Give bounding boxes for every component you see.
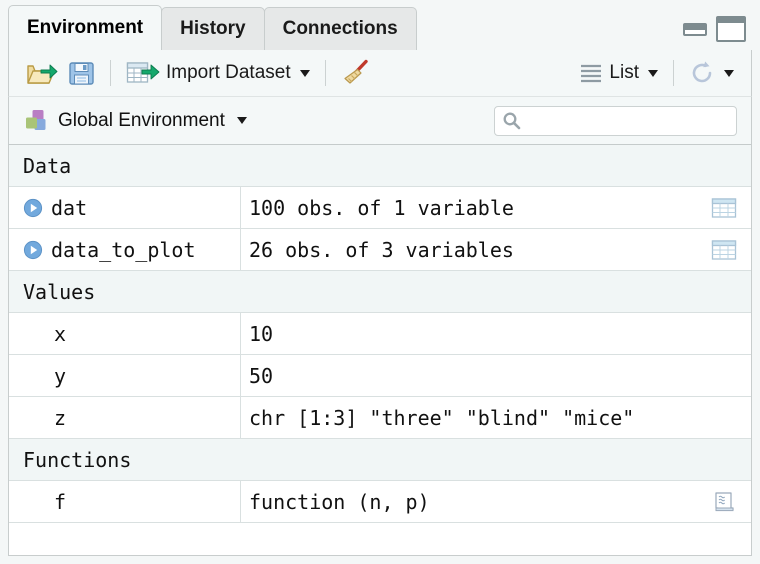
- section-header-values: Values: [9, 271, 751, 313]
- chevron-down-icon: [299, 69, 310, 77]
- import-dataset-icon: [126, 62, 160, 83]
- table-row[interactable]: y 50: [9, 355, 751, 397]
- import-dataset-label: Import Dataset: [166, 62, 291, 83]
- view-table-icon: [711, 197, 737, 218]
- grid-empty-area: [9, 523, 751, 555]
- chevron-down-icon: [724, 69, 734, 77]
- object-value: 100 obs. of 1 variable: [249, 195, 514, 220]
- table-row[interactable]: data_to_plot 26 obs. of 3 variables: [9, 229, 751, 271]
- object-value: 26 obs. of 3 variables: [249, 237, 514, 262]
- tab-connections[interactable]: Connections: [263, 7, 417, 50]
- section-header-data: Data: [9, 145, 751, 187]
- table-row[interactable]: dat 100 obs. of 1 variable: [9, 187, 751, 229]
- object-name-cell[interactable]: x: [9, 313, 241, 354]
- environment-selector-row: Global Environment: [8, 97, 752, 145]
- global-environment-selector[interactable]: Global Environment: [23, 108, 247, 134]
- clear-objects-button[interactable]: [336, 56, 376, 90]
- object-value-cell: 10: [241, 313, 751, 354]
- object-name: data_to_plot: [51, 237, 196, 262]
- toolbar-separator-1: [110, 60, 111, 86]
- import-dataset-button[interactable]: Import Dataset: [121, 56, 315, 90]
- view-function-button[interactable]: [707, 490, 741, 514]
- view-mode-button[interactable]: List: [574, 56, 663, 90]
- view-mode-label: List: [609, 62, 639, 83]
- table-row[interactable]: f function (n, p): [9, 481, 751, 523]
- object-value: 10: [249, 321, 274, 346]
- object-name: f: [54, 489, 67, 514]
- list-lines-icon: [581, 64, 602, 83]
- tab-bar: Environment History Connections: [0, 0, 760, 51]
- object-value-cell: function (n, p): [241, 481, 751, 522]
- window-controls: [683, 16, 760, 50]
- chevron-down-icon: [648, 69, 658, 77]
- environment-pane: Environment History Connections Import D…: [0, 0, 760, 564]
- global-environment-icon: [26, 109, 46, 130]
- maximize-icon[interactable]: [716, 16, 746, 42]
- object-name: x: [54, 321, 67, 346]
- object-name: z: [54, 405, 67, 430]
- global-environment-label: Global Environment: [58, 109, 225, 131]
- object-value: chr [1:3] "three" "blind" "mice": [249, 405, 635, 430]
- broom-icon: [344, 59, 368, 84]
- toolbar-separator-2: [324, 60, 326, 86]
- save-floppy-icon: [69, 61, 94, 85]
- object-name-cell[interactable]: dat: [9, 187, 241, 228]
- tab-environment[interactable]: Environment: [8, 5, 163, 51]
- load-workspace-button[interactable]: [21, 56, 63, 90]
- table-row[interactable]: x 10: [9, 313, 751, 355]
- object-name-cell[interactable]: z: [9, 397, 241, 438]
- section-title: Functions: [23, 447, 132, 472]
- object-name-cell[interactable]: f: [9, 481, 241, 522]
- save-workspace-button[interactable]: [63, 56, 100, 90]
- object-value: 50: [249, 363, 274, 388]
- tab-connections-label: Connections: [282, 18, 398, 39]
- expand-arrow-icon[interactable]: [23, 198, 43, 218]
- section-title: Values: [23, 279, 96, 304]
- section-header-functions: Functions: [9, 439, 751, 481]
- object-value-cell: 100 obs. of 1 variable: [241, 187, 751, 228]
- expand-arrow-icon[interactable]: [23, 240, 43, 260]
- object-name: y: [54, 363, 67, 388]
- toolbar: Import Dataset List: [8, 50, 752, 97]
- object-name-cell[interactable]: data_to_plot: [9, 229, 241, 270]
- minimize-icon[interactable]: [683, 22, 707, 36]
- toolbar-separator-3: [673, 60, 674, 86]
- tab-history-label: History: [180, 18, 246, 39]
- view-table-button[interactable]: [707, 197, 741, 219]
- search-box[interactable]: [494, 105, 737, 136]
- tab-strip: Environment History Connections: [0, 0, 417, 51]
- refresh-button[interactable]: [684, 56, 739, 90]
- environment-object-grid[interactable]: Data dat 100 obs. of 1 variable data_to_…: [8, 145, 752, 556]
- tab-environment-label: Environment: [27, 17, 144, 38]
- object-name-cell[interactable]: y: [9, 355, 241, 396]
- refresh-icon: [692, 61, 712, 83]
- table-row[interactable]: z chr [1:3] "three" "blind" "mice": [9, 397, 751, 439]
- object-value-cell: 50: [241, 355, 751, 396]
- chevron-down-icon: [236, 117, 247, 124]
- object-value-cell: chr [1:3] "three" "blind" "mice": [241, 397, 751, 438]
- object-value-cell: 26 obs. of 3 variables: [241, 229, 751, 270]
- object-value: function (n, p): [249, 489, 430, 514]
- open-folder-icon: [27, 64, 58, 84]
- view-table-icon: [711, 239, 737, 260]
- tab-history[interactable]: History: [161, 7, 265, 50]
- search-icon: [503, 112, 521, 130]
- search-input[interactable]: [526, 111, 721, 130]
- view-table-button[interactable]: [707, 239, 741, 261]
- section-title: Data: [23, 153, 72, 178]
- view-function-icon: [715, 491, 734, 511]
- object-name: dat: [51, 195, 88, 220]
